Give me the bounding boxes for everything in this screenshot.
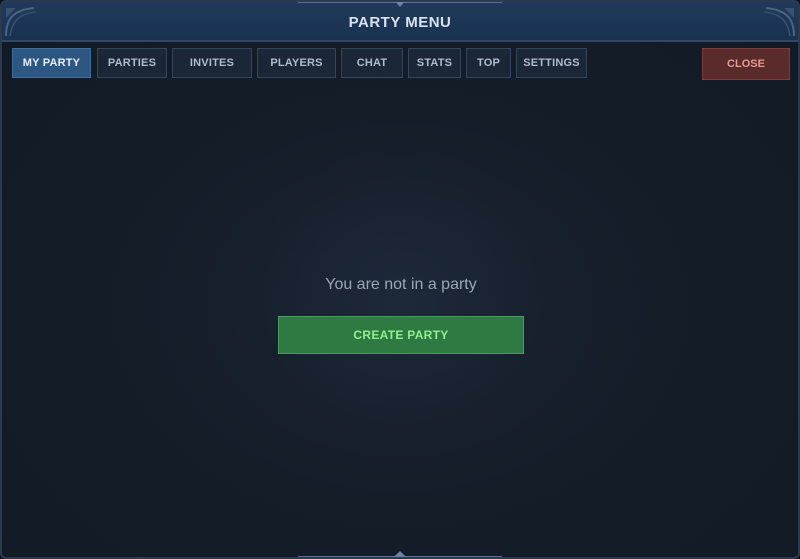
window-title: PARTY MENU bbox=[348, 13, 452, 31]
tab-parties[interactable]: PARTIES bbox=[97, 48, 167, 78]
corner-ornament-icon bbox=[763, 7, 795, 37]
tab-players[interactable]: PLAYERS bbox=[257, 48, 336, 78]
create-party-button[interactable]: CREATE PARTY bbox=[278, 316, 524, 354]
tab-settings[interactable]: SETTINGS bbox=[516, 48, 587, 78]
corner-ornament-icon bbox=[5, 7, 37, 37]
tab-my-party[interactable]: MY PARTY bbox=[12, 48, 91, 78]
title-bar: PARTY MENU bbox=[2, 2, 798, 42]
empty-party-message: You are not in a party bbox=[325, 276, 477, 293]
tab-chat[interactable]: CHAT bbox=[341, 48, 403, 78]
tab-top[interactable]: TOP bbox=[466, 48, 511, 78]
tab-invites[interactable]: INVITES bbox=[172, 48, 252, 78]
party-menu-window: PARTY MENU MY PARTY PARTIES INVITES PLAY… bbox=[0, 0, 800, 559]
top-ornament-icon bbox=[298, 2, 502, 7]
bottom-ornament-icon bbox=[298, 551, 502, 557]
tab-stats[interactable]: STATS bbox=[408, 48, 461, 78]
close-button[interactable]: CLOSE bbox=[702, 48, 790, 80]
my-party-panel: You are not in a party CREATE PARTY bbox=[12, 84, 788, 550]
